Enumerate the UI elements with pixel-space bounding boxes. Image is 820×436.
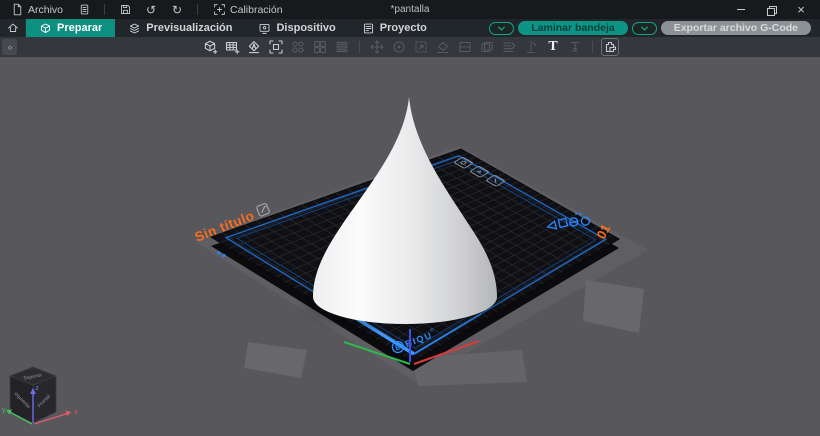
toolbar-icon-rotate[interactable]	[390, 38, 408, 56]
split-to-objects-icon	[457, 39, 473, 55]
toolbar-icon-text-tool[interactable]: T	[544, 38, 562, 56]
toolbar-icon-cut[interactable]	[522, 38, 540, 56]
chevron-down-icon	[641, 23, 648, 30]
y-axis-label: y	[2, 407, 6, 414]
toolbar-icon-lay-on-face[interactable]	[434, 38, 452, 56]
tab-label: Proyecto	[380, 22, 427, 34]
nav-cube[interactable]: Superior Izquierda Frontal y x z	[2, 367, 78, 424]
chevron-down-icon	[498, 23, 505, 30]
tab-preparar[interactable]: Preparar	[26, 19, 115, 37]
calibration-menu[interactable]: Calibración	[208, 0, 288, 19]
toolbar-icon-plates-grid[interactable]	[311, 38, 329, 56]
tab-label: Previsualización	[146, 22, 232, 34]
save-icon	[119, 3, 132, 16]
layers-icon	[128, 22, 141, 35]
split-to-parts-icon	[479, 39, 495, 55]
tab-label: Dispositivo	[276, 22, 335, 34]
toolbar-divider	[359, 41, 360, 53]
z-axis-label: z	[36, 385, 39, 392]
exportar-dropdown-button[interactable]	[632, 22, 657, 35]
tabbar: Preparar Previsualización Dispositivo Pr…	[0, 19, 820, 37]
toolbar-icon-move[interactable]	[368, 38, 386, 56]
redo-button[interactable]: ↻	[167, 0, 187, 19]
prepare-icon	[39, 22, 52, 35]
tab-previsualizacion[interactable]: Previsualización	[115, 19, 245, 37]
save-button[interactable]	[115, 0, 135, 19]
plates-grid-icon	[312, 39, 328, 55]
assembly-icon	[602, 39, 618, 55]
minimize-icon	[737, 9, 745, 10]
variable-layer-height-icon	[501, 39, 517, 55]
tab-proyecto[interactable]: Proyecto	[349, 19, 440, 37]
notes-button[interactable]	[74, 0, 94, 19]
clipboard-icon	[78, 3, 91, 16]
undo-button[interactable]: ↺	[141, 0, 161, 19]
x-axis-label: x	[74, 409, 78, 416]
toolbar-icon-split-to-parts[interactable]	[478, 38, 496, 56]
file-menu[interactable]: Archivo	[6, 0, 68, 19]
minimize-button[interactable]	[728, 0, 754, 19]
close-icon: ×	[797, 3, 805, 16]
calibration-label: Calibración	[230, 4, 283, 16]
scale-icon	[413, 39, 429, 55]
divider	[197, 4, 198, 15]
toolbar: ‹›	[0, 37, 820, 57]
text-tool-icon: T	[548, 39, 557, 55]
divider	[104, 4, 105, 15]
window-controls: ×	[728, 0, 814, 19]
toolbar-icon-auto-orient[interactable]	[245, 38, 263, 56]
toolbar-icon-scale[interactable]	[412, 38, 430, 56]
exportar-gcode-button[interactable]: Exportar archivo G-Code	[661, 21, 811, 35]
file-icon	[11, 3, 24, 16]
calibration-icon	[213, 3, 226, 16]
app-window: Archivo ↺ ↻	[0, 0, 820, 436]
maximize-button[interactable]	[758, 0, 784, 19]
tab-actions: Laminar bandeja Exportar archivo G-Code	[489, 19, 820, 37]
add-plate-icon	[224, 39, 240, 55]
support-paint-icon	[567, 39, 583, 55]
redo-icon: ↻	[172, 4, 182, 16]
toolbar-icon-layer-stack[interactable]	[333, 38, 351, 56]
device-icon	[258, 22, 271, 35]
add-object-icon	[202, 39, 218, 55]
toolbar-icon-add-plate[interactable]	[223, 38, 241, 56]
tab-label: Preparar	[57, 22, 102, 34]
toolbar-icon-variable-layer-height[interactable]	[500, 38, 518, 56]
tab-dispositivo[interactable]: Dispositivo	[245, 19, 348, 37]
home-button[interactable]	[0, 19, 26, 37]
laminar-dropdown-button[interactable]	[489, 22, 514, 35]
sidebar-collapse-toggle[interactable]: ‹›	[2, 39, 17, 55]
scene-3d[interactable]: Sin título 01	[0, 57, 820, 436]
toolbar-icon-support-paint[interactable]	[566, 38, 584, 56]
toolbar-divider	[592, 41, 593, 53]
toolbar-icon-assembly-view[interactable]	[601, 38, 619, 56]
laminar-bandeja-button[interactable]: Laminar bandeja	[518, 21, 627, 35]
home-icon	[6, 21, 20, 35]
toolbar-icon-fill-plates[interactable]	[289, 38, 307, 56]
undo-icon: ↺	[146, 4, 156, 16]
layer-stack-icon	[334, 39, 350, 55]
titlebar: Archivo ↺ ↻	[0, 0, 820, 19]
close-button[interactable]: ×	[788, 0, 814, 19]
auto-orient-icon	[246, 39, 262, 55]
restore-icon	[767, 6, 775, 14]
lay-on-face-icon	[435, 39, 451, 55]
move-icon	[369, 39, 385, 55]
viewport-3d[interactable]: Sin título 01	[0, 57, 820, 436]
cut-icon	[523, 39, 539, 55]
project-icon	[362, 22, 375, 35]
toolbar-icon-add-object[interactable]	[201, 38, 219, 56]
arrange-icon	[268, 39, 284, 55]
fill-plates-icon	[290, 39, 306, 55]
toolbar-icon-split-to-objects[interactable]	[456, 38, 474, 56]
file-menu-label: Archivo	[28, 4, 63, 16]
rotate-icon	[391, 39, 407, 55]
titlebar-menu-group: Archivo ↺ ↻	[6, 0, 288, 19]
toolbar-icon-arrange[interactable]	[267, 38, 285, 56]
